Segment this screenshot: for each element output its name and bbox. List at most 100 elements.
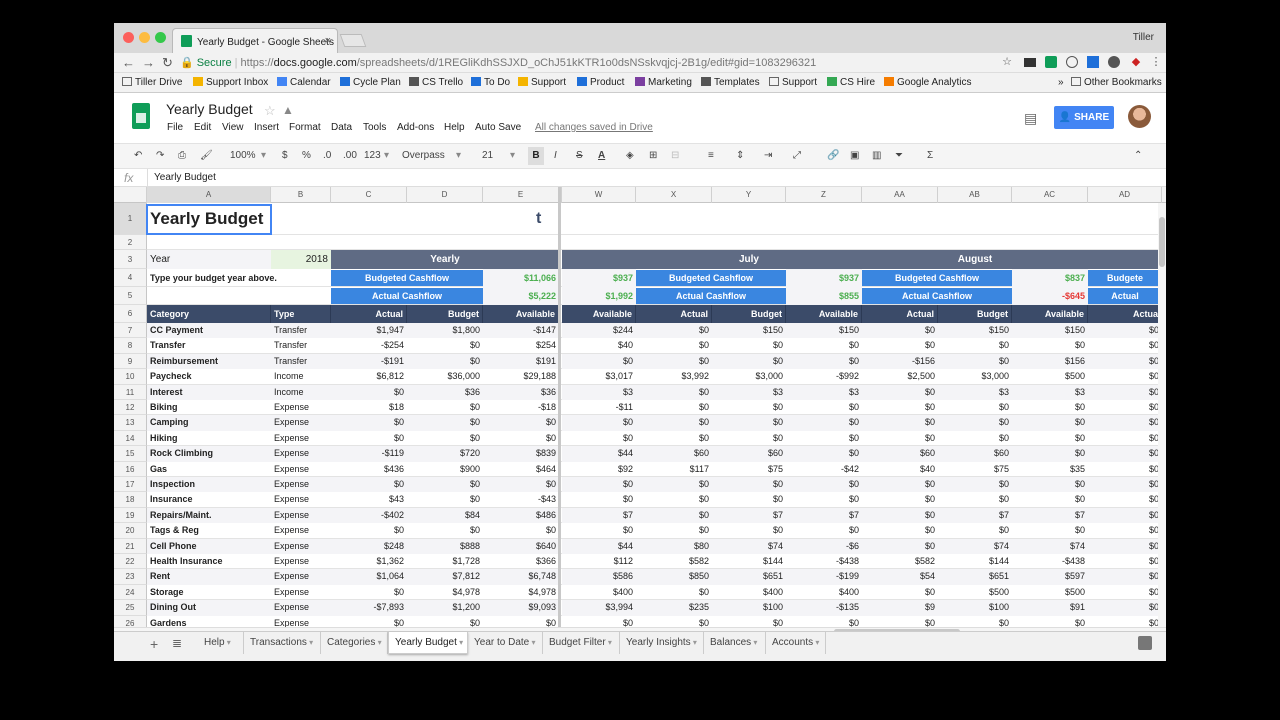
category-cell[interactable]: Gas [147, 462, 271, 477]
value-cell[interactable]: $18 [331, 400, 407, 415]
value-cell[interactable]: $1,064 [331, 569, 407, 585]
sheet-tab-transactions[interactable]: Transactions ▾ [244, 632, 321, 654]
column-header-a[interactable]: A [147, 187, 271, 203]
value-cell[interactable]: $60 [636, 446, 712, 462]
selected-cell-a1[interactable] [146, 204, 272, 235]
vertical-scrollbar[interactable] [1158, 203, 1166, 627]
value-cell[interactable]: -$199 [786, 569, 862, 585]
value-cell[interactable]: -$119 [331, 446, 407, 462]
bookmark-item[interactable]: Marketing [635, 77, 692, 88]
value-cell[interactable]: $0 [786, 616, 862, 627]
value-cell[interactable]: $112 [562, 554, 636, 569]
value-cell[interactable]: $0 [636, 323, 712, 339]
value-cell[interactable]: $9,093 [483, 600, 559, 616]
value-cell[interactable]: $0 [1088, 446, 1162, 462]
value-cell[interactable]: $0 [1088, 538, 1162, 554]
value-cell[interactable]: $0 [862, 523, 938, 538]
row-header[interactable]: 4 [114, 269, 147, 287]
menu-addons[interactable]: Add-ons [397, 122, 434, 133]
value-cell[interactable]: $191 [483, 353, 559, 370]
value-cell[interactable]: $0 [712, 492, 786, 507]
value-cell[interactable]: $7 [938, 507, 1012, 524]
type-cell[interactable]: Expense [271, 585, 331, 600]
value-cell[interactable]: $3 [786, 384, 862, 400]
value-cell[interactable]: $0 [862, 507, 938, 524]
bookmark-item[interactable]: Product [577, 77, 624, 88]
row-header[interactable]: 22 [114, 554, 147, 570]
profile-name[interactable]: Tiller [1133, 32, 1154, 43]
value-cell[interactable]: $0 [636, 507, 712, 524]
value-cell[interactable]: $0 [331, 431, 407, 446]
value-cell[interactable]: $60 [938, 446, 1012, 462]
value-cell[interactable]: $0 [938, 523, 1012, 538]
value-cell[interactable]: $7,812 [407, 569, 483, 585]
type-cell[interactable]: Expense [271, 415, 331, 431]
bookmark-item[interactable]: CS Hire [827, 77, 875, 88]
category-cell[interactable]: Rent [147, 569, 271, 585]
value-cell[interactable]: $4,978 [407, 585, 483, 600]
value-cell[interactable]: $3,000 [938, 369, 1012, 384]
value-cell[interactable]: $0 [331, 415, 407, 431]
chevron-down-icon[interactable]: ▾ [813, 638, 819, 647]
all-sheets-icon[interactable]: ≣ [172, 636, 182, 650]
text-color-button[interactable]: A [598, 150, 605, 161]
category-cell[interactable]: Paycheck [147, 369, 271, 384]
value-cell[interactable]: $3 [562, 384, 636, 400]
value-cell[interactable]: $900 [407, 462, 483, 477]
value-cell[interactable]: $0 [407, 338, 483, 353]
increase-decimal-button[interactable]: .00 [343, 150, 357, 161]
category-cell[interactable]: Dining Out [147, 600, 271, 616]
value-cell[interactable]: $4,978 [483, 585, 559, 600]
value-cell[interactable]: $0 [938, 353, 1012, 370]
extension-envelope-icon[interactable] [1024, 58, 1036, 67]
value-cell[interactable]: $0 [407, 492, 483, 507]
value-cell[interactable]: $486 [483, 507, 559, 524]
column-header-z[interactable]: Z [786, 187, 862, 203]
row-header[interactable]: 24 [114, 584, 147, 601]
value-cell[interactable]: $144 [938, 554, 1012, 569]
url-input[interactable]: 🔒 Secure | https://docs.google.com/spread… [180, 54, 1018, 72]
value-cell[interactable]: $0 [562, 353, 636, 370]
row-header[interactable]: 23 [114, 569, 147, 585]
value-cell[interactable]: $91 [1012, 600, 1088, 616]
sheet-tab-yearly-insights[interactable]: Yearly Insights ▾ [620, 632, 704, 654]
value-cell[interactable]: $40 [562, 338, 636, 353]
value-cell[interactable]: $0 [712, 400, 786, 415]
value-cell[interactable]: -$135 [786, 600, 862, 616]
value-cell[interactable]: $0 [1088, 569, 1162, 585]
close-window-button[interactable] [123, 32, 134, 43]
value-cell[interactable]: $0 [1012, 616, 1088, 627]
value-cell[interactable]: -$147 [483, 323, 559, 339]
value-cell[interactable]: $0 [483, 523, 559, 538]
fill-color-icon[interactable]: ◈ [626, 150, 634, 161]
font-size-select[interactable]: 21 [482, 150, 493, 161]
menu-file[interactable]: File [167, 122, 183, 133]
type-cell[interactable]: Expense [271, 616, 331, 627]
value-cell[interactable]: $0 [1088, 554, 1162, 569]
type-cell[interactable]: Expense [271, 507, 331, 524]
value-cell[interactable]: $0 [1088, 431, 1162, 446]
value-cell[interactable]: $150 [1012, 323, 1088, 339]
value-cell[interactable]: $640 [483, 538, 559, 554]
value-cell[interactable]: $0 [938, 400, 1012, 415]
browser-tab-yearly-budget[interactable]: Yearly Budget - Google Sheets × [172, 28, 338, 53]
value-cell[interactable]: $0 [1088, 353, 1162, 370]
category-cell[interactable]: Interest [147, 384, 271, 400]
bookmark-item[interactable]: Support [769, 77, 817, 88]
value-cell[interactable]: $0 [786, 523, 862, 538]
value-cell[interactable]: $0 [636, 585, 712, 600]
close-tab-icon[interactable]: × [325, 35, 331, 47]
category-cell[interactable]: Biking [147, 400, 271, 415]
value-cell[interactable]: $0 [862, 431, 938, 446]
value-cell[interactable]: $0 [1088, 492, 1162, 507]
type-cell[interactable]: Expense [271, 523, 331, 538]
row-header[interactable]: 3 [114, 250, 147, 269]
value-cell[interactable]: $651 [712, 569, 786, 585]
extension-trello-icon[interactable] [1087, 56, 1099, 68]
value-cell[interactable]: $100 [712, 600, 786, 616]
value-cell[interactable]: $0 [712, 477, 786, 493]
forward-arrow-icon[interactable]: → [142, 55, 155, 70]
value-cell[interactable]: $0 [562, 492, 636, 507]
value-cell[interactable]: $0 [636, 616, 712, 627]
value-cell[interactable]: $0 [1012, 400, 1088, 415]
